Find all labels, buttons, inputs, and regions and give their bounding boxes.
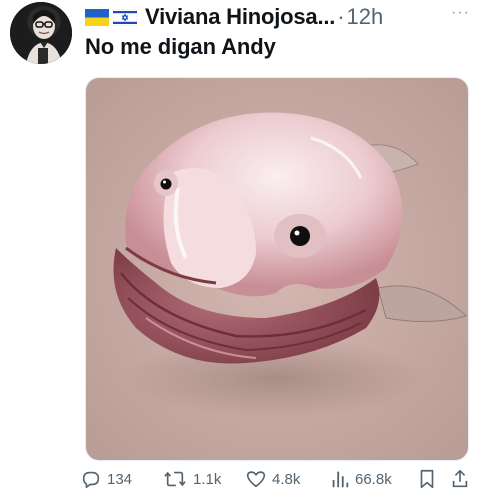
views-count: 66.8k — [355, 470, 392, 488]
tweet-timestamp[interactable]: 12h — [347, 4, 384, 30]
repost-count: 1.1k — [193, 470, 222, 488]
tweet-text: No me digan Andy — [85, 34, 276, 59]
like-count: 4.8k — [272, 470, 301, 488]
avatar-image — [10, 2, 72, 64]
author-name[interactable]: Viviana Hinojosa... — [145, 4, 335, 30]
repost-icon — [164, 471, 186, 487]
reply-count: 134 — [107, 470, 133, 488]
like-button[interactable]: 4.8k — [245, 466, 300, 492]
bookmark-icon — [420, 469, 434, 489]
blobfish-photo — [86, 78, 468, 460]
bookmark-button[interactable] — [418, 466, 441, 492]
more-icon[interactable]: ··· — [451, 4, 470, 22]
views-button[interactable]: 66.8k — [330, 466, 392, 492]
views-icon — [332, 471, 349, 488]
like-icon — [246, 471, 266, 488]
reply-icon — [82, 471, 100, 489]
repost-button[interactable]: 1.1k — [162, 466, 221, 492]
reply-button[interactable]: 134 — [80, 466, 132, 492]
tweet-media[interactable] — [85, 77, 469, 461]
share-icon — [452, 469, 468, 488]
action-bar: 134 1.1k 4.8k 66.8k — [80, 466, 470, 492]
israel-flag-icon — [113, 8, 137, 26]
avatar[interactable] — [10, 2, 72, 64]
share-button[interactable] — [450, 466, 475, 492]
ukraine-flag-icon — [85, 8, 109, 26]
tweet-header: Viviana Hinojosa... · 12h — [85, 2, 470, 32]
header-separator: · — [337, 4, 345, 29]
